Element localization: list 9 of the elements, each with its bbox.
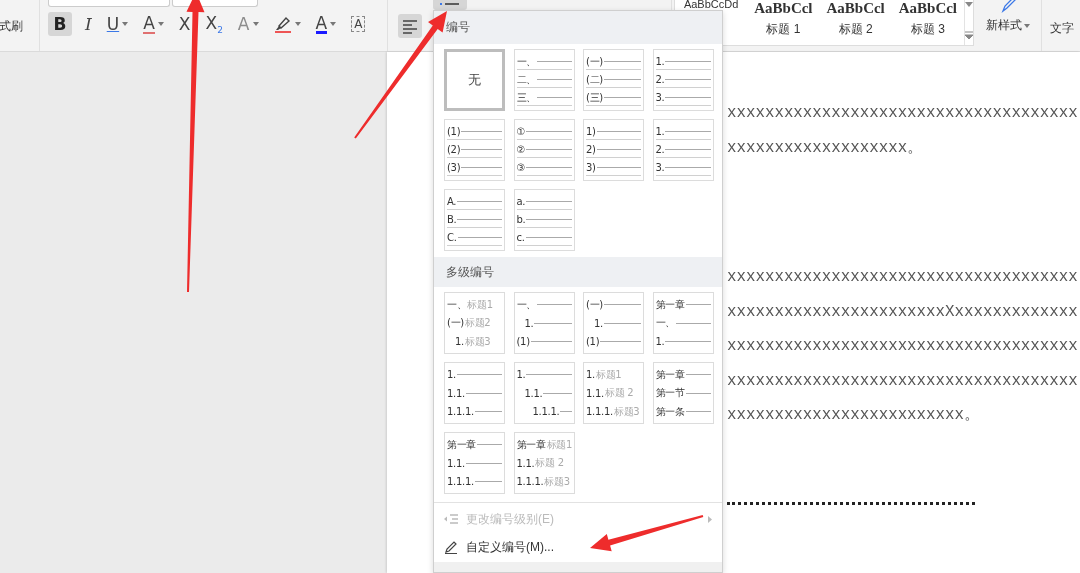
document-text-line: xxxxxxxxxxxxxxxxxxxxxxxxxxxxxxxxxxxxx	[727, 267, 1079, 288]
document-text-line: xxxxxxxxxxxxxxxxxxxxxxxxxxxxxxxxxxxxx	[727, 336, 1079, 357]
document-text-line: xxxxxxxxxxxxxxxxxxxxxxxXxxxxxxxxxxxxx	[727, 301, 1079, 323]
document-text-line: xxxxxxxxxxxxxxxxxxxxxxxxx。	[727, 405, 981, 426]
document-text-line: xxxxxxxxxxxxxxxxxxxxxxxxxxxxxxxxxxxxx	[727, 370, 1079, 392]
section-header: 编号	[434, 11, 722, 44]
document-text-line: xxxxxxxxxxxxxxxxxxx。	[727, 137, 925, 159]
document-text-line: xxxxxxxxxxxxxxxxxxxxxxxxxxxxxxxxxxxxx	[727, 103, 1079, 124]
section-header: 多级编号	[434, 257, 722, 287]
